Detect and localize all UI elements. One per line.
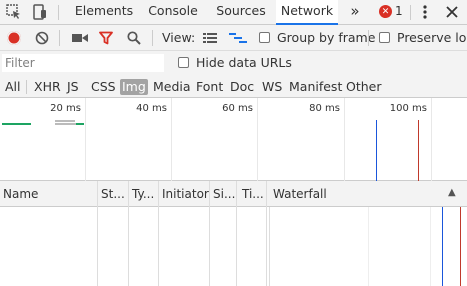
search-icon[interactable] [127,31,141,45]
column-divider [209,207,210,286]
tab-console[interactable]: Console [142,0,204,24]
dom-content-loaded-marker [376,120,377,181]
tabbar-divider [410,5,411,20]
error-count[interactable]: 1 [395,4,403,18]
toolbar-divider [59,30,60,46]
error-icon[interactable]: ✕ [379,5,392,18]
tab-elements[interactable]: Elements [68,0,140,24]
column-divider[interactable] [209,181,210,207]
hide-data-urls-label[interactable]: Hide data URLs [196,55,292,70]
overview-request-bar [55,123,76,125]
overview-request-bar [76,123,84,125]
waterfall-overview-icon[interactable] [229,31,247,45]
overview-tick-label: 60 ms [222,103,253,114]
waterfall-gridline [368,207,369,286]
column-header-waterfall[interactable]: Waterfall [270,181,430,207]
column-divider[interactable] [266,181,267,207]
type-filter-xhr[interactable]: XHR [32,79,63,95]
type-filter-ws[interactable]: WS [260,79,284,95]
group-by-frame-checkbox[interactable] [259,32,270,43]
clear-icon[interactable] [35,31,49,45]
waterfall-gridline [430,207,431,286]
column-header-status[interactable]: St... [98,181,126,207]
record-icon[interactable] [7,31,21,45]
sort-ascending-icon[interactable]: ▲ [448,187,456,198]
tabbar-divider [58,5,59,20]
close-icon[interactable] [444,4,460,20]
column-header-time[interactable]: Ti... [239,181,267,207]
load-event-marker [418,120,419,181]
overview-gridline [85,98,86,181]
preserve-log-label[interactable]: Preserve log [397,30,467,45]
column-divider [266,207,267,286]
column-divider[interactable] [97,181,98,207]
column-divider [158,207,159,286]
column-header-size[interactable]: Si... [210,181,236,207]
filter-icon[interactable] [99,31,113,45]
tab-sources[interactable]: Sources [208,0,274,24]
view-label: View: [162,30,196,45]
overview-gridline [344,98,345,181]
type-filter-css[interactable]: CSS [89,79,118,95]
overview-tick-label: 80 ms [309,103,340,114]
dom-content-loaded-marker [442,207,443,286]
type-filter-js[interactable]: JS [65,79,81,95]
overview-gridline [431,98,432,181]
toolbar-divider [368,30,369,46]
screenshots-icon[interactable] [72,33,88,43]
inspect-element-icon[interactable] [6,4,22,20]
hide-data-urls-checkbox[interactable] [178,57,189,68]
column-divider[interactable] [128,181,129,207]
tab-network[interactable]: Network [276,0,338,25]
network-overview[interactable]: 20 ms 40 ms 60 ms 80 ms 100 ms [0,98,467,181]
type-filter-other[interactable]: Other [344,79,384,95]
column-divider [269,207,270,286]
toolbar-divider [152,30,153,46]
devtools-tabbar: Elements Console Sources Network » ✕ 1 [0,0,467,25]
column-header-name[interactable]: Name [0,181,97,207]
type-filter-doc[interactable]: Doc [228,79,256,95]
more-tabs-button[interactable]: » [344,0,366,24]
request-table-header: Name St... Ty... Initiator Si... Ti... W… [0,181,467,207]
overview-tick-label: 20 ms [50,103,81,114]
filter-row: Hide data URLs [0,51,467,75]
filter-input[interactable] [2,54,164,72]
type-filter-divider [26,80,27,94]
request-table-body[interactable] [0,207,467,286]
type-filter-img[interactable]: Img [120,79,148,95]
column-divider[interactable] [236,181,237,207]
device-toolbar-icon[interactable] [32,4,48,20]
overview-request-bar [2,123,31,125]
column-divider [97,207,98,286]
more-options-icon[interactable] [418,4,432,20]
type-filter-font[interactable]: Font [194,79,225,95]
overview-tick-label: 100 ms [389,103,427,114]
large-rows-icon[interactable] [203,31,217,45]
type-filter-manifest[interactable]: Manifest [287,79,344,95]
column-divider [128,207,129,286]
type-filter-all[interactable]: All [3,79,23,95]
overview-gridline [257,98,258,181]
type-filter-media[interactable]: Media [151,79,193,95]
preserve-log-checkbox[interactable] [379,32,390,43]
load-event-marker [460,207,461,286]
column-divider[interactable] [158,181,159,207]
overview-gridline [171,98,172,181]
overview-tick-label: 40 ms [136,103,167,114]
column-header-type[interactable]: Ty... [129,181,157,207]
overview-request-bar [55,120,75,122]
column-divider [236,207,237,286]
resource-type-filter: All XHR JS CSS Img Media Font Doc WS Man… [0,75,467,98]
network-toolbar: View: Group by frame Preserve log [0,25,467,51]
group-by-frame-label[interactable]: Group by frame [277,30,375,45]
column-header-initiator[interactable]: Initiator [159,181,209,207]
